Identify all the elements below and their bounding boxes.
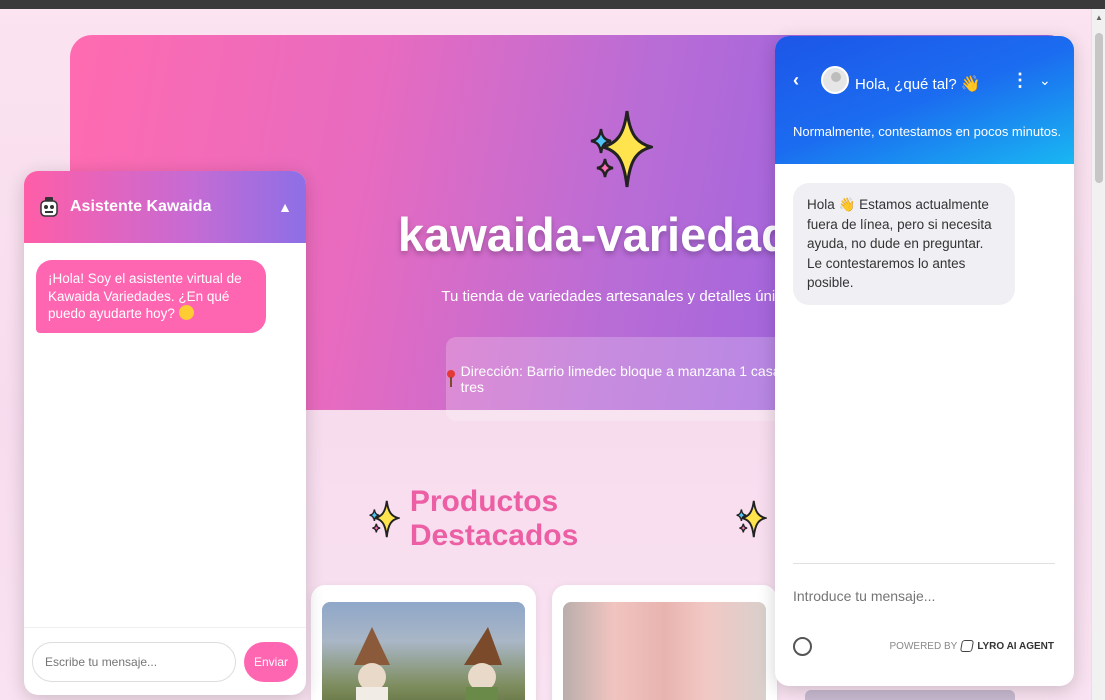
assistant-chat-widget: Asistente Kawaida ▲ ¡Hola! Soy el asiste…	[24, 171, 306, 695]
powered-by-label: POWERED BY LYRO AI AGENT	[890, 640, 1054, 652]
wave-hand-icon: 👋	[960, 76, 981, 93]
bot-message-text: ¡Hola! Soy el asistente virtual de Kawai…	[48, 271, 242, 322]
browser-top-bar	[0, 0, 1105, 9]
robot-icon	[40, 197, 58, 217]
support-chat-widget: ‹ Hola, ¿qué tal? 👋 ⋮ ⌄ Normalmente, con…	[775, 36, 1074, 686]
assistant-message-input[interactable]	[32, 641, 236, 682]
scroll-up-arrow-icon[interactable]: ▲	[1095, 13, 1103, 22]
send-button[interactable]: Enviar	[244, 641, 298, 682]
more-options-icon[interactable]: ⋮	[1011, 70, 1029, 91]
wave-hand-icon: 👋	[838, 197, 856, 212]
smile-emoji-icon	[178, 305, 194, 321]
product-image-gnomes	[322, 602, 525, 700]
bot-message-bubble: ¡Hola! Soy el asistente virtual de Kawai…	[36, 260, 266, 333]
emoji-picker-icon[interactable]	[793, 637, 812, 656]
input-divider	[793, 563, 1055, 564]
agent-message-prefix: Hola	[807, 197, 835, 212]
product-card-partial[interactable]	[805, 690, 1015, 700]
greeting-text: Hola, ¿qué tal?	[855, 76, 957, 93]
assistant-chat-title: Asistente Kawaida	[70, 198, 212, 215]
assistant-chat-footer: Enviar	[24, 627, 306, 695]
address-text: Dirección: Barrio limedec bloque a manza…	[460, 363, 781, 395]
agent-message-bubble: Hola 👋 Estamos actualmente fuera de líne…	[793, 183, 1015, 305]
chevron-down-icon[interactable]: ⌄	[1039, 72, 1051, 89]
pushpin-icon	[446, 370, 456, 388]
agent-avatar	[821, 66, 849, 94]
back-icon[interactable]: ‹	[793, 70, 799, 91]
collapse-arrow-icon[interactable]: ▲	[278, 199, 292, 215]
gnome-figure	[354, 627, 390, 700]
sparkles-icon	[736, 500, 768, 538]
powered-by-text: POWERED BY	[889, 640, 958, 652]
products-heading: Productos Destacados	[367, 485, 768, 552]
agent-message-text: Estamos actualmente fuera de línea, pero…	[807, 197, 992, 291]
product-card[interactable]	[552, 585, 777, 700]
assistant-chat-header[interactable]: Asistente Kawaida ▲	[24, 171, 306, 243]
chat-greeting: Hola, ¿qué tal? 👋	[855, 74, 981, 94]
lyro-logo-icon	[960, 640, 975, 652]
support-chat-header: ‹ Hola, ¿qué tal? 👋 ⋮ ⌄ Normalmente, con…	[775, 36, 1074, 164]
page-scrollbar[interactable]: ▲	[1091, 9, 1105, 700]
scrollbar-thumb[interactable]	[1095, 33, 1103, 183]
address-box: Dirección: Barrio limedec bloque a manza…	[446, 337, 796, 421]
product-card[interactable]	[311, 585, 536, 700]
support-message-input[interactable]	[793, 581, 1055, 611]
products-title: Productos Destacados	[409, 485, 579, 552]
sparkles-icon	[590, 110, 653, 188]
product-image-robes	[563, 602, 766, 700]
gnome-figure	[464, 627, 502, 700]
reply-time-note: Normalmente, contestamos en pocos minuto…	[793, 124, 1062, 139]
sparkles-icon	[369, 500, 400, 538]
lyro-brand-text: LYRO AI AGENT	[977, 640, 1054, 652]
